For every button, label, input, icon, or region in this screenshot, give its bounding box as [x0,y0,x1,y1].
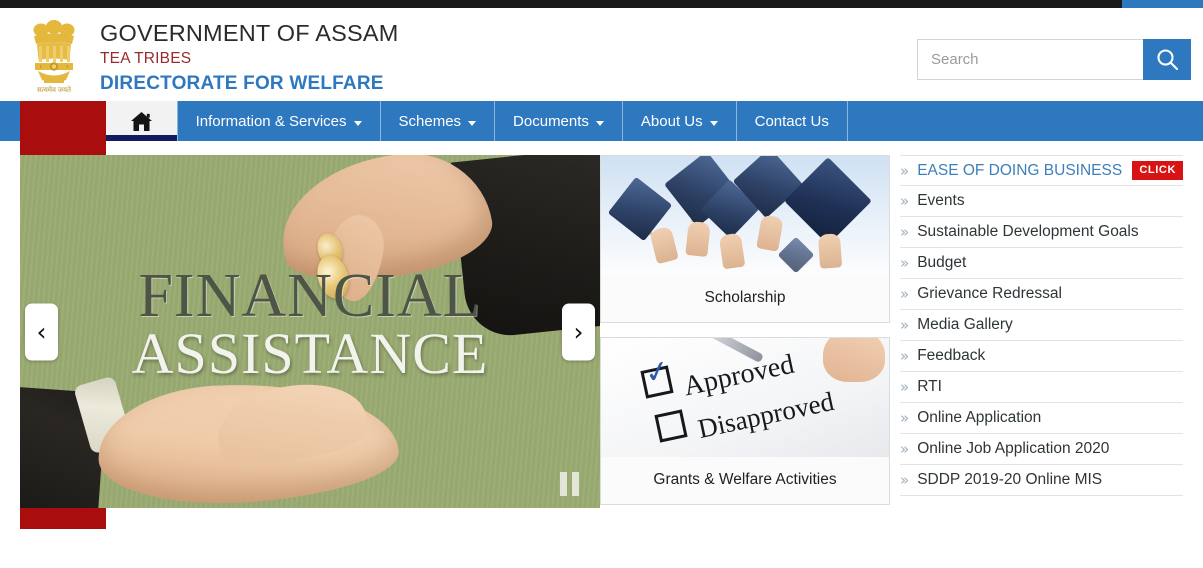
top-strip-blue-segment [1122,0,1203,8]
chevron-right-icon: › [573,317,584,346]
carousel-prev-button[interactable]: ‹ [25,303,58,360]
chevron-double-right-icon: » [900,378,910,396]
quick-link-ease-of-doing-business[interactable]: » EASE OF DOING BUSINESS CLICK [900,155,1183,186]
pause-icon-bar-right [572,472,579,496]
main-navigation: Main Information & Services Schemes Docu… [0,101,1203,529]
quick-link-rti[interactable]: » RTI [900,372,1183,403]
chevron-double-right-icon: » [900,409,910,427]
chevron-double-right-icon: » [900,471,910,489]
quick-link-online-application[interactable]: » Online Application [900,403,1183,434]
quick-link-grievance-redressal[interactable]: » Grievance Redressal [900,279,1183,310]
quick-link-sddp-2019-20-online-mis[interactable]: » SDDP 2019-20 Online MIS [900,465,1183,496]
quick-link-label: SDDP 2019-20 Online MIS [917,471,1103,488]
hero-carousel[interactable]: FINANCIAL ASSISTANCE ‹ › [20,155,600,508]
card-grants-welfare[interactable]: ✓ Approved Disapproved Grants & Welfare … [600,337,890,505]
quick-link-label: RTI [917,378,942,395]
emblem-wrap: सत्यमेव जयते [16,14,92,98]
chevron-double-right-icon: » [900,254,910,272]
quick-link-label: Feedback [917,347,986,364]
checkbox-disapproved [654,409,688,443]
carousel-column: FINANCIAL ASSISTANCE ‹ › [0,155,600,568]
search-input[interactable] [917,39,1143,80]
pause-icon-bar-left [560,472,567,496]
top-accent-strip [0,0,1203,8]
chevron-double-right-icon: » [900,316,910,334]
raised-hand [817,233,843,269]
quick-link-label: Sustainable Development Goals [917,223,1139,240]
graduation-caps-photo [601,156,889,275]
carousel-next-button[interactable]: › [562,303,595,360]
raised-hand [685,220,711,258]
chevron-down-icon [709,120,718,126]
feature-cards-column: Scholarship ✓ Approved Disapproved Grant… [600,155,900,568]
quick-link-budget[interactable]: » Budget [900,248,1183,279]
nav-item-information-services-label: Information & Services [195,112,347,130]
chevron-double-right-icon: » [900,192,910,210]
nav-item-about-us-label: About Us [640,112,703,130]
carousel-pause-button[interactable] [560,472,582,496]
quick-links-column: » EASE OF DOING BUSINESS CLICK » Events … [900,155,1193,568]
nav-item-schemes-label: Schemes [398,112,462,130]
quick-link-label: EASE OF DOING BUSINESS [917,161,1123,179]
search-area [917,39,1191,80]
chevron-double-right-icon: » [900,347,910,365]
nav-item-documents-label: Documents [513,112,589,130]
click-badge[interactable]: CLICK [1132,161,1183,180]
chevron-down-icon [468,120,477,126]
chevron-left-icon: ‹ [36,317,47,346]
title-directorate: DIRECTORATE FOR WELFARE [100,73,384,95]
card-grants-welfare-label[interactable]: Grants & Welfare Activities [601,457,889,504]
site-header: सत्यमेव जयते GOVERNMENT OF ASSAM TEA TRI… [0,8,1203,101]
chevron-down-icon [353,120,362,126]
quick-link-label: Budget [917,254,967,271]
nav-item-information-services[interactable]: Information & Services [176,101,381,141]
main-content: FINANCIAL ASSISTANCE ‹ › Scholarship ✓ A… [0,141,1203,568]
nav-item-schemes[interactable]: Schemes [381,101,496,141]
top-strip-dark-segment [0,0,1122,8]
nav-item-home[interactable] [105,101,177,141]
quick-link-label: Events [917,192,965,209]
search-button[interactable] [1143,39,1191,80]
title-tea-tribes: TEA TRIBES [100,49,192,67]
svg-text:सत्यमेव जयते: सत्यमेव जयते [37,85,72,94]
chevron-double-right-icon: » [900,440,910,458]
nav-item-about-us[interactable]: About Us [623,101,737,141]
card-scholarship-label[interactable]: Scholarship [601,275,889,322]
nav-right-filler [848,101,1203,141]
search-icon [1156,49,1178,71]
quick-link-feedback[interactable]: » Feedback [900,341,1183,372]
india-national-emblem-icon: सत्यमेव जयते [33,20,75,94]
header-titles: GOVERNMENT OF ASSAM TEA TRIBES DIRECTORA… [100,14,398,97]
quick-link-label: Grievance Redressal [917,285,1062,302]
quick-link-label: Media Gallery [917,316,1013,333]
nav-item-documents[interactable]: Documents [495,101,623,141]
chevron-down-icon [595,120,604,126]
home-icon [130,111,152,131]
chevron-double-right-icon: » [900,223,910,241]
quick-link-media-gallery[interactable]: » Media Gallery [900,310,1183,341]
card-scholarship[interactable]: Scholarship [600,155,890,323]
chevron-double-right-icon: » [900,161,910,180]
nav-item-contact-us[interactable]: Contact Us [737,101,848,141]
quick-link-label: Online Job Application 2020 [917,440,1110,457]
quick-link-label: Online Application [917,409,1042,426]
quick-link-online-job-application-2020[interactable]: » Online Job Application 2020 [900,434,1183,465]
quick-link-sustainable-development-goals[interactable]: » Sustainable Development Goals [900,217,1183,248]
chevron-double-right-icon: » [900,285,910,303]
nav-item-contact-us-label: Contact Us [754,112,829,130]
approved-checkbox-photo: ✓ Approved Disapproved [601,338,889,457]
fingertip [823,338,885,382]
title-government: GOVERNMENT OF ASSAM [100,20,399,46]
nav-left-spacer [0,101,20,141]
quick-link-events[interactable]: » Events [900,186,1183,217]
